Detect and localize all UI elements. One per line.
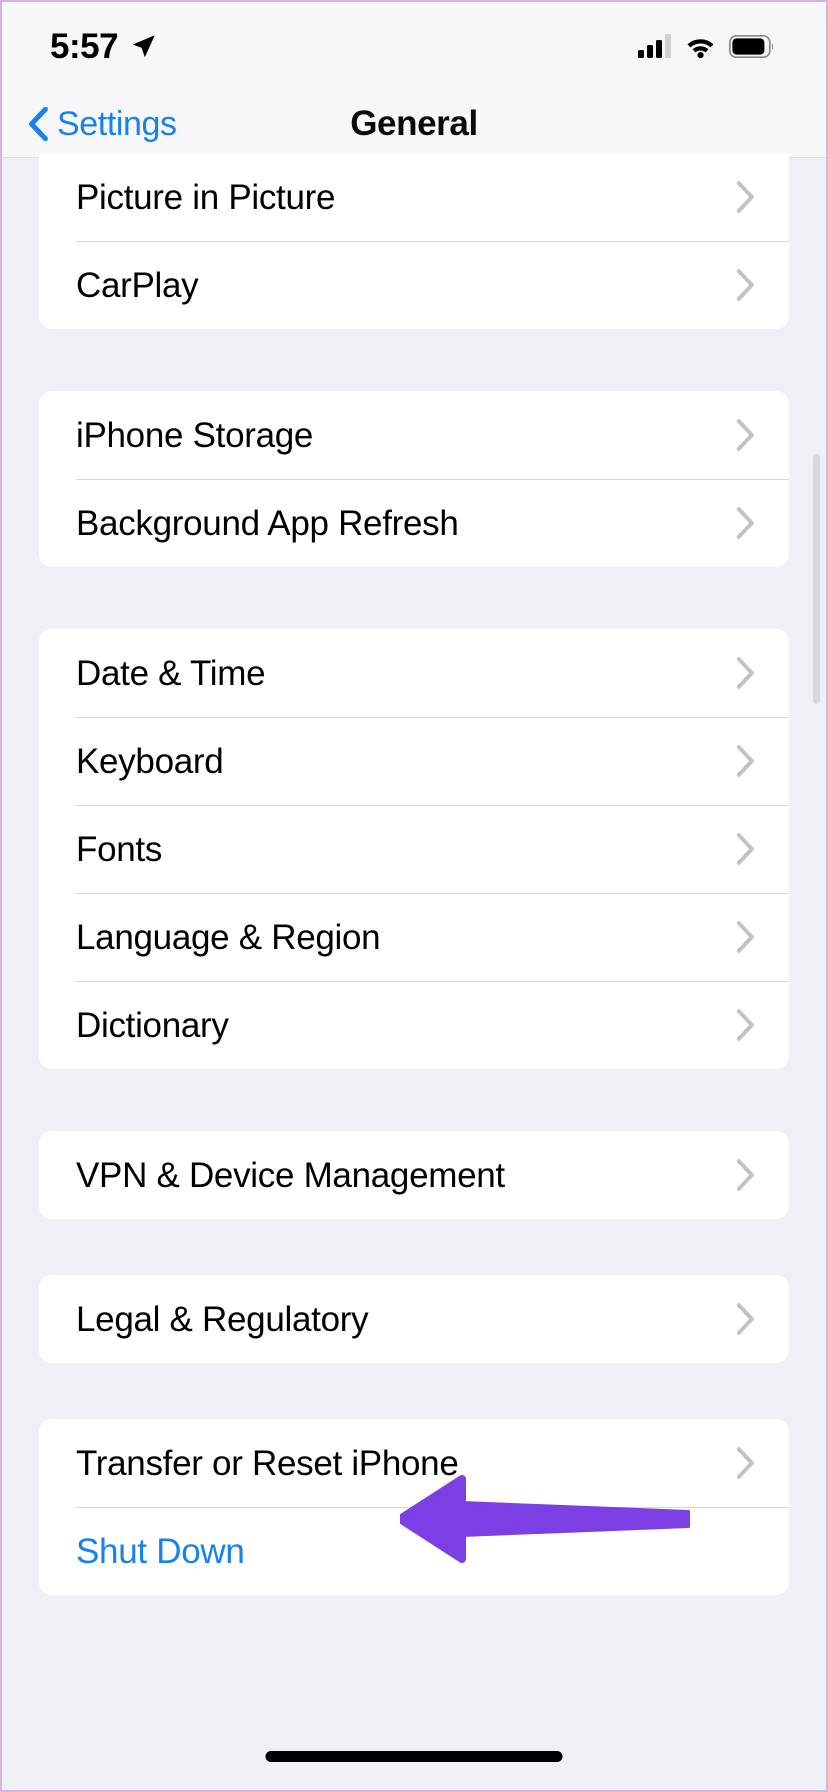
section-media: Picture in Picture CarPlay <box>39 153 789 329</box>
chevron-right-icon <box>736 1303 754 1335</box>
back-button[interactable]: Settings <box>28 104 177 143</box>
back-button-label: Settings <box>57 104 177 143</box>
chevron-right-icon <box>736 657 754 689</box>
list-item-label: Background App Refresh <box>76 503 459 543</box>
chevron-right-icon <box>736 181 754 213</box>
battery-icon <box>729 34 774 58</box>
navigation-bar: Settings General <box>2 90 826 158</box>
list-item-keyboard[interactable]: Keyboard <box>39 717 789 805</box>
status-bar-clock: 5:57 <box>50 26 119 66</box>
list-item-legal-and-regulatory[interactable]: Legal & Regulatory <box>39 1275 789 1363</box>
scrollbar[interactable] <box>813 454 820 704</box>
settings-list[interactable]: Picture in Picture CarPlay iPhone Storag… <box>2 153 826 1790</box>
list-item-vpn-and-device-management[interactable]: VPN & Device Management <box>39 1131 789 1219</box>
list-item-label: Dictionary <box>76 1005 229 1045</box>
status-bar-right <box>638 34 774 58</box>
chevron-right-icon <box>736 1159 754 1191</box>
list-item-carplay[interactable]: CarPlay <box>39 241 789 329</box>
list-item-date-and-time[interactable]: Date & Time <box>39 629 789 717</box>
chevron-right-icon <box>736 507 754 539</box>
section-legal: Legal & Regulatory <box>39 1275 789 1363</box>
chevron-right-icon <box>736 921 754 953</box>
list-item-fonts[interactable]: Fonts <box>39 805 789 893</box>
wifi-icon <box>687 39 714 58</box>
list-item-label: Keyboard <box>76 741 224 781</box>
list-item-label: Language & Region <box>76 917 381 957</box>
section-localization: Date & Time Keyboard Fonts Language & Re… <box>39 629 789 1069</box>
list-item-label: iPhone Storage <box>76 415 314 455</box>
chevron-right-icon <box>736 419 754 451</box>
status-bar: 5:57 <box>2 2 826 90</box>
list-item-label: Transfer or Reset iPhone <box>76 1443 459 1483</box>
list-item-language-and-region[interactable]: Language & Region <box>39 893 789 981</box>
list-item-label: Legal & Regulatory <box>76 1299 369 1339</box>
chevron-right-icon <box>736 745 754 777</box>
phone-screen: 5:57 Settings General Picture in Picture… <box>0 0 828 1792</box>
list-item-label: Date & Time <box>76 653 266 693</box>
chevron-left-icon <box>29 106 48 141</box>
chevron-right-icon <box>736 269 754 301</box>
list-item-iphone-storage[interactable]: iPhone Storage <box>39 391 789 479</box>
list-item-transfer-or-reset-iphone[interactable]: Transfer or Reset iPhone <box>39 1419 789 1507</box>
list-item-label: CarPlay <box>76 265 199 305</box>
list-item-background-app-refresh[interactable]: Background App Refresh <box>39 479 789 567</box>
list-item-dictionary[interactable]: Dictionary <box>39 981 789 1069</box>
home-indicator <box>265 1751 563 1762</box>
section-vpn: VPN & Device Management <box>39 1131 789 1219</box>
list-item-picture-in-picture[interactable]: Picture in Picture <box>39 153 789 241</box>
chevron-right-icon <box>736 1447 754 1479</box>
section-storage: iPhone Storage Background App Refresh <box>39 391 789 567</box>
list-item-label: Fonts <box>76 829 163 869</box>
location-arrow-icon <box>132 34 155 57</box>
list-item-shut-down[interactable]: Shut Down <box>39 1507 789 1595</box>
list-item-label: VPN & Device Management <box>76 1155 505 1195</box>
list-item-label: Picture in Picture <box>76 177 336 217</box>
section-reset: Transfer or Reset iPhone Shut Down <box>39 1419 789 1595</box>
chevron-right-icon <box>736 833 754 865</box>
chevron-right-icon <box>736 1009 754 1041</box>
cellular-signal-icon <box>638 34 671 58</box>
list-item-label: Shut Down <box>76 1531 245 1571</box>
status-bar-left: 5:57 <box>50 29 157 64</box>
